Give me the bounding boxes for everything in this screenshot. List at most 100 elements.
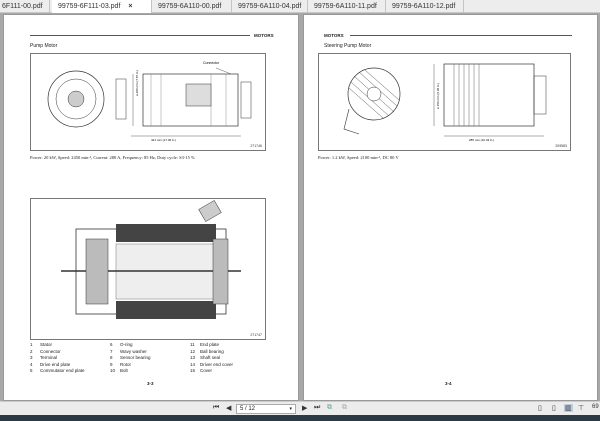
legend-number: 6 [110,342,113,347]
legend-text: Rotor [120,361,132,367]
legend-number: 8 [110,355,113,360]
figure-pump-motor-section: 271747 [30,198,266,340]
legend-item: 8 Sensor bearing [110,355,190,360]
figure-steering-pump-motor: 285 mm (10.43 in.) ø 156 mm (6.06 in.) 2… [318,53,571,151]
rotate-disabled-icon: ⧉ [342,404,347,411]
tab[interactable]: 99759-6A110-04.pdf [232,0,308,13]
close-icon[interactable]: × [128,3,132,10]
next-page-icon[interactable]: ▶ [302,404,307,412]
legend-item: 2 Connector [30,349,110,354]
legend-text: Connector [40,348,61,354]
fit-width-icon[interactable]: ⊤ [578,404,584,412]
legend-number: 5 [30,368,33,373]
rotate-icon[interactable]: ⧉ [327,404,332,412]
figure-id: 271747 [250,333,262,337]
connector-label: Connector [203,61,220,65]
figure-id: 271746 [250,144,262,148]
section-header: MOTORS [324,33,344,38]
pump-motor-cross-section [61,200,241,319]
steering-motor-drawing [343,63,547,137]
spec-caption: Power: 20 kW, Speed: 2450 min-¹, Current… [30,155,195,160]
legend-item: 3 Terminal [30,355,110,360]
last-page-icon[interactable]: ⏭ [314,404,320,412]
legend-item: 1 Stator [30,342,110,347]
legend-item: 9 Rotor [110,362,190,367]
legend-item: 7 Wavy washer [110,349,190,354]
legend-text: Terminal [40,355,58,360]
tab-label: 99759-6A110-12.pdf [392,3,456,10]
dimension-label: ø 156 mm (6.06 in.) [436,82,440,109]
viewer-toolbar: ⏮ ◀ 5 / 12 ▾ ▶ ⏭ ⧉ ⧉ ▯ ▯ ▥ ⊤ 69 [0,401,600,415]
legend-text: Shaft seal [200,355,221,360]
legend-item: 5 Commutator end plate [30,368,110,373]
legend-text: Sensor bearing [120,355,151,360]
legend-item: 13 Shaft seal [190,355,270,360]
legend-number: 15 [190,368,196,373]
legend-number: 3 [30,355,33,360]
tab[interactable]: 99759-6A110-11.pdf [308,0,386,13]
section-title: Steering Pump Motor [324,43,372,49]
tab-label: 99759-6A110-00.pdf [158,3,222,10]
legend-text: Drive end plate [40,361,71,367]
zoom-level[interactable]: 69 [592,404,599,410]
first-page-icon[interactable]: ⏮ [213,404,219,412]
legend-text: Commutator end plate [40,368,85,373]
legend-item: 15 Cover [190,368,270,373]
dimension-label: 441 mm (17.36 in.) [151,138,177,142]
page-number: 3-3 [147,381,154,386]
legend-text: Stator [40,342,53,347]
tab-label: 99759-6A110-11.pdf [314,3,377,10]
tab[interactable]: 99759-6A110-00.pdf [152,0,232,13]
single-page-view-icon[interactable]: ▯ [538,404,542,412]
pump-motor-drawing [47,67,252,137]
section-header: MOTORS [254,33,274,38]
legend-number: 13 [190,355,196,360]
dropdown-icon[interactable]: ▾ [289,406,292,412]
legend-number: 9 [110,361,113,367]
figure-id: 209583 [555,144,567,148]
legend-number: 1 [30,342,33,347]
section-title: Pump Motor [30,43,58,49]
page-number: 3-4 [445,381,452,386]
header-rule [30,35,250,36]
tab-label: 99759-6F111-03.pdf [58,3,121,10]
legend-number: 7 [110,348,113,354]
two-page-view-icon[interactable]: ▥ [564,404,573,412]
dimension-label: ø 200 mm (7.87 in.) [135,69,139,96]
parts-legend: 1 Stator 6 O-ring 11 End plate 2 Connector 7 Wavy… [30,342,270,373]
dimension-label: 285 mm (10.43 in.) [469,138,495,142]
previous-page-icon[interactable]: ◀ [226,404,231,412]
spec-caption: Power: 1.2 kW, Speed: 2100 min-¹, DC 80 … [318,155,399,160]
legend-number: 10 [110,368,116,373]
legend-text: End plate [200,342,220,347]
legend-number: 12 [190,348,196,354]
legend-text: Driver end cover [200,361,234,367]
legend-item: 10 Bolt [110,368,190,373]
legend-text: Cover [200,368,213,373]
legend-text: Bolt [120,368,128,373]
legend-text: Wavy washer [120,348,147,354]
legend-number: 4 [30,361,33,367]
tab-label: 99759-6A110-04.pdf [238,3,302,10]
continuous-view-icon[interactable]: ▯ [552,404,556,412]
page-value: 5 / 12 [240,406,256,412]
legend-number: 14 [190,361,196,367]
legend-number: 11 [190,342,195,347]
legend-item: 4 Drive end plate [30,362,110,367]
figure-pump-motor-outline: Connector 441 mm (17.36 in.) ø 200 mm (7… [30,53,266,151]
legend-text: O-ring [120,342,133,347]
tab-bar: 6F111-00.pdf 99759-6F111-03.pdf × 99759-6… [0,0,600,13]
header-rule [350,35,572,36]
legend-item: 6 O-ring [110,342,190,347]
legend-item: 11 End plate [190,342,270,347]
legend-item: 12 Ball bearing [190,349,270,354]
tab[interactable]: 99759-6A110-12.pdf [386,0,464,13]
legend-number: 2 [30,348,33,354]
legend-item: 14 Driver end cover [190,362,270,367]
page-number-input[interactable]: 5 / 12 ▾ [236,404,296,414]
tab[interactable]: 6F111-00.pdf [0,0,50,13]
legend-text: Ball bearing [200,348,224,354]
taskbar [0,415,600,421]
tab-label: 6F111-00.pdf [2,3,43,10]
tab-active[interactable]: 99759-6F111-03.pdf × [52,0,152,13]
